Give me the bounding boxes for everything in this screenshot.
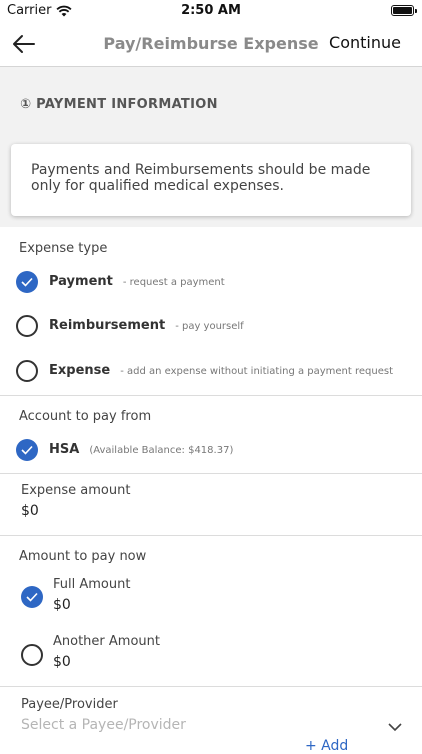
payee-select[interactable]: Select a Payee/Provider <box>21 717 186 733</box>
status-time: 2:50 AM <box>181 3 241 18</box>
expense-type-label: Expense type <box>19 241 108 256</box>
radio-expense[interactable] <box>16 360 38 382</box>
checkmark-icon <box>21 445 33 455</box>
expense-amount-label: Expense amount <box>21 483 131 498</box>
option-hsa[interactable]: HSA (Available Balance: $418.37) <box>49 442 233 457</box>
amount-now-label: Amount to pay now <box>19 549 147 564</box>
account-name: HSA <box>49 442 80 457</box>
radio-full-amount[interactable] <box>21 586 43 608</box>
option-label: Payment <box>49 274 113 289</box>
payee-label: Payee/Provider <box>21 697 118 712</box>
account-label: Account to pay from <box>19 409 152 424</box>
another-amount-label[interactable]: Another Amount <box>53 634 160 649</box>
section-title: ① PAYMENT INFORMATION <box>20 97 218 112</box>
payment-info-header: ① PAYMENT INFORMATION Payments and Reimb… <box>0 67 422 227</box>
option-description: - pay yourself <box>175 321 244 332</box>
option-label: Reimbursement <box>49 318 166 333</box>
divider <box>0 686 422 687</box>
option-description: - request a payment <box>122 277 225 288</box>
chevron-down-icon[interactable] <box>387 722 403 732</box>
divider <box>0 395 422 396</box>
option-description: - add an expense without initiating a pa… <box>120 366 394 377</box>
add-payee-button[interactable]: + Add <box>305 738 348 754</box>
divider <box>0 473 422 474</box>
battery-icon <box>391 5 417 16</box>
radio-hsa[interactable] <box>16 439 38 461</box>
status-bar: Carrier 2:50 AM <box>0 0 422 22</box>
navigation-bar: Pay/Reimburse Expense Continue <box>0 22 422 67</box>
option-expense[interactable]: Expense - add an expense without initiati… <box>49 363 393 378</box>
full-amount-label[interactable]: Full Amount <box>53 577 130 592</box>
option-label: Expense <box>49 363 111 378</box>
option-reimbursement[interactable]: Reimbursement - pay yourself <box>49 318 244 333</box>
radio-reimbursement[interactable] <box>16 315 38 337</box>
checkmark-icon <box>21 277 33 287</box>
expense-amount-field[interactable]: $0 <box>21 503 39 519</box>
available-balance: (Available Balance: $418.37) <box>89 445 234 456</box>
divider <box>0 535 422 536</box>
notice-card: Payments and Reimbursements should be ma… <box>11 144 411 216</box>
option-payment[interactable]: Payment - request a payment <box>49 274 225 289</box>
another-amount-value[interactable]: $0 <box>53 654 71 670</box>
full-amount-value: $0 <box>53 597 71 613</box>
checkmark-icon <box>26 592 38 602</box>
radio-another-amount[interactable] <box>21 644 43 666</box>
radio-payment[interactable] <box>16 271 38 293</box>
continue-button[interactable]: Continue <box>329 33 401 52</box>
